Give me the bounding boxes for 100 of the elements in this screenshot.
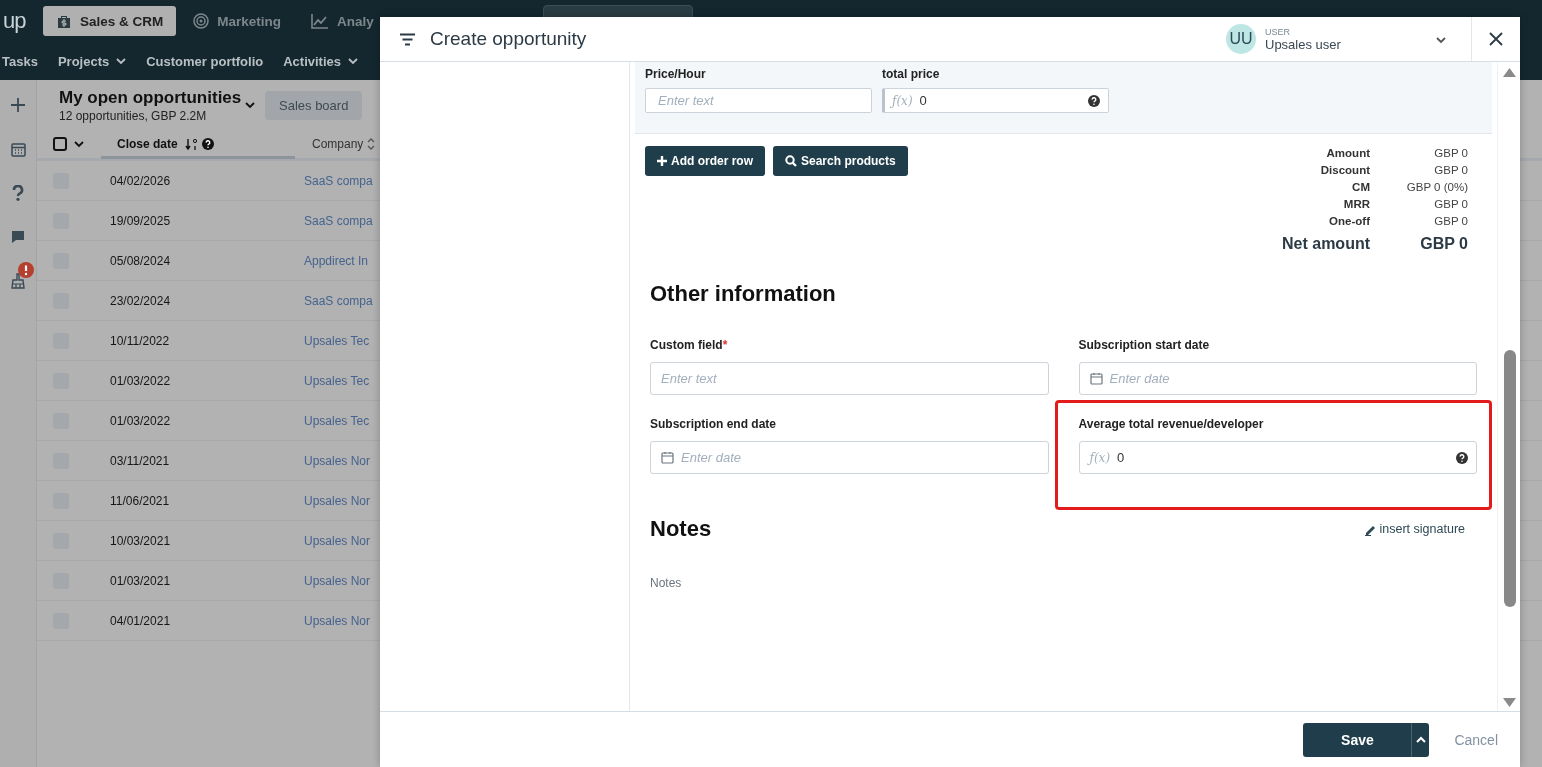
summary-value: GBP 0 xyxy=(1433,197,1468,211)
scroll-up-arrow-icon[interactable] xyxy=(1502,68,1516,77)
help-icon xyxy=(1456,451,1468,464)
user-name[interactable]: Upsales user xyxy=(1265,36,1427,52)
table-cell-text: 11/06/2021 xyxy=(110,493,171,508)
summary-label: CM xyxy=(1351,180,1370,194)
scroll-down-arrow-icon[interactable] xyxy=(1502,698,1516,707)
target-icon xyxy=(193,13,210,29)
company-link[interactable]: SaaS compa xyxy=(304,213,373,228)
company-link[interactable]: Upsales Tec xyxy=(304,413,370,428)
help-icon[interactable] xyxy=(12,185,24,201)
nav-item[interactable]: Customer portfolio xyxy=(146,53,264,69)
summary-value: GBP 0 (0%) xyxy=(1405,180,1468,194)
calendar-icon xyxy=(661,451,674,464)
filter-icon[interactable] xyxy=(400,32,415,46)
user-avatar[interactable]: UU xyxy=(1226,24,1256,54)
field-label: Subscription end date xyxy=(650,417,776,431)
net-amount-label: Net amount xyxy=(1282,234,1370,254)
line-chart-icon xyxy=(311,13,330,29)
chevron-down-icon xyxy=(74,140,84,148)
field-label: Subscription start date xyxy=(1078,338,1210,352)
save-button[interactable]: Save xyxy=(1303,722,1412,757)
nav-item[interactable]: Tasks xyxy=(2,53,38,69)
sort-icon[interactable] xyxy=(367,138,376,150)
caret-up-icon xyxy=(1415,736,1426,743)
table-cell-text: 19/09/2025 xyxy=(110,213,172,228)
cancel-button[interactable]: Cancel xyxy=(1454,731,1498,748)
section-heading: Other information xyxy=(650,281,837,307)
select-all-checkbox[interactable] xyxy=(53,137,67,151)
summary-label: Amount xyxy=(1325,146,1370,160)
scrollbar-thumb[interactable] xyxy=(1504,350,1516,607)
formula-field[interactable]: ƒ(x) 0 xyxy=(1078,441,1477,474)
table-cell-text: 01/03/2022 xyxy=(110,413,172,428)
briefcase-icon xyxy=(56,13,72,29)
caret-icon xyxy=(116,57,127,65)
table-cell-text: 10/11/2022 xyxy=(110,333,171,348)
company-link[interactable]: Upsales Tec xyxy=(304,333,370,348)
company-link[interactable]: SaaS compa xyxy=(304,173,373,188)
column-header[interactable]: Close date xyxy=(117,137,178,151)
net-amount-value: GBP 0 xyxy=(1419,234,1468,254)
company-link[interactable]: Upsales Tec xyxy=(304,373,370,388)
company-link[interactable]: Upsales Nor xyxy=(304,493,371,508)
company-link[interactable]: Upsales Nor xyxy=(304,573,371,588)
save-options-button[interactable] xyxy=(1411,722,1430,757)
company-link[interactable]: Upsales Nor xyxy=(304,533,371,548)
column-header[interactable]: Company xyxy=(312,137,364,151)
plus-icon[interactable] xyxy=(10,97,26,113)
table-cell-text: 04/02/2026 xyxy=(110,173,172,188)
summary-label: One-off xyxy=(1328,214,1370,228)
summary-value: GBP 0 xyxy=(1433,163,1468,177)
summary-value: GBP 0 xyxy=(1433,214,1468,228)
nav-item[interactable]: Projects xyxy=(57,53,127,69)
company-link[interactable]: Appdirect In xyxy=(304,253,369,268)
search-products-button[interactable]: Search products xyxy=(773,146,908,176)
table-cell-text: 10/03/2021 xyxy=(110,533,172,548)
date-field[interactable]: Enter date xyxy=(650,441,1049,474)
company-link[interactable]: Upsales Nor xyxy=(304,453,371,468)
field-label: Average total revenue/developer xyxy=(1078,417,1264,431)
company-link[interactable]: Upsales Nor xyxy=(304,613,371,628)
insert-signature-link[interactable]: insert signature xyxy=(1363,522,1465,536)
modal-title: Create opportunity xyxy=(430,28,587,50)
chevron-down-icon xyxy=(245,101,255,109)
table-cell-text: 23/02/2024 xyxy=(110,293,172,308)
nav-tab[interactable]: Sales & CRM xyxy=(43,6,177,36)
user-role: USER xyxy=(1265,26,1291,37)
sort-descending-icon[interactable] xyxy=(184,137,198,151)
sales-board-button[interactable]: Sales board xyxy=(265,90,363,120)
alert-badge-icon xyxy=(18,262,34,278)
close-icon[interactable] xyxy=(1489,32,1503,46)
list-subtitle: 12 opportunities, GBP 2.2M xyxy=(59,108,208,123)
list-title[interactable]: My open opportunities xyxy=(59,87,245,108)
table-cell-text: 05/08/2024 xyxy=(110,253,172,268)
help-icon xyxy=(1088,94,1100,107)
table-cell-text: 04/01/2021 xyxy=(110,613,172,628)
company-link[interactable]: SaaS compa xyxy=(304,293,373,308)
chat-icon[interactable] xyxy=(11,230,25,244)
table-cell-text: 03/11/2021 xyxy=(110,453,171,468)
summary-label: Discount xyxy=(1319,163,1370,177)
text-field[interactable]: Enter text xyxy=(645,88,872,113)
caret-icon xyxy=(348,57,359,65)
broom-icon[interactable] xyxy=(11,273,25,289)
summary-label: MRR xyxy=(1342,197,1370,211)
calendar-icon xyxy=(1089,372,1103,385)
notes-field[interactable]: Notes xyxy=(650,576,682,590)
chevron-down-icon xyxy=(1436,37,1446,44)
table-cell-text: 01/03/2021 xyxy=(110,573,172,588)
field-label: total price xyxy=(882,67,940,81)
summary-value: GBP 0 xyxy=(1433,146,1468,160)
app-logo[interactable]: up xyxy=(3,8,43,34)
nav-item[interactable]: Activities xyxy=(283,53,359,69)
help-icon xyxy=(201,138,214,150)
formula-field[interactable]: ƒ(x) 0 xyxy=(882,88,1109,113)
nav-tab[interactable]: Marketing xyxy=(180,6,295,36)
calendar-icon[interactable] xyxy=(10,141,26,157)
date-field[interactable]: Enter date xyxy=(1078,362,1477,395)
plus-icon xyxy=(657,156,667,166)
field-label: Custom field xyxy=(650,338,723,352)
nav-tab[interactable]: Analy xyxy=(298,6,387,36)
add-order-row-button[interactable]: Add order row xyxy=(645,146,765,176)
text-field[interactable]: Enter text xyxy=(650,362,1049,395)
